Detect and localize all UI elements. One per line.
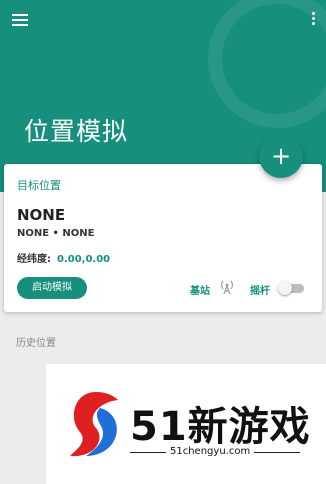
location-name: NONE	[17, 206, 66, 224]
base-station-label: 基站	[190, 286, 210, 297]
more-vert-icon[interactable]	[310, 12, 316, 28]
joystick-toggle[interactable]	[278, 281, 304, 295]
watermark-banner: 51新游戏 51chengyu.com	[46, 364, 326, 484]
start-simulation-button[interactable]: 启动模拟	[17, 277, 87, 299]
antenna-icon[interactable]	[220, 279, 234, 295]
target-location-label: 目标位置	[17, 179, 61, 192]
location-subtitle: NONE • NONE	[17, 228, 95, 239]
joystick-label: 摇杆	[250, 286, 270, 297]
watermark-text: 51新游戏	[130, 404, 311, 450]
watermark-url: 51chengyu.com	[166, 446, 255, 457]
coordinates-label: 经纬度:	[17, 254, 51, 265]
page-title: 位置模拟	[24, 117, 129, 146]
target-location-card: 目标位置 NONE NONE • NONE 经纬度: 0.00,0.00 启动模拟…	[4, 164, 322, 312]
hamburger-menu-icon[interactable]	[12, 14, 28, 26]
toggle-thumb	[278, 281, 292, 295]
coordinates-value: 0.00,0.00	[57, 254, 111, 265]
add-location-button[interactable]: +	[259, 134, 303, 178]
history-section-label: 历史位置	[16, 338, 56, 349]
header-decoration	[208, 0, 326, 128]
coordinates-row: 经纬度: 0.00,0.00	[17, 250, 110, 265]
brand-logo-icon	[70, 392, 118, 457]
